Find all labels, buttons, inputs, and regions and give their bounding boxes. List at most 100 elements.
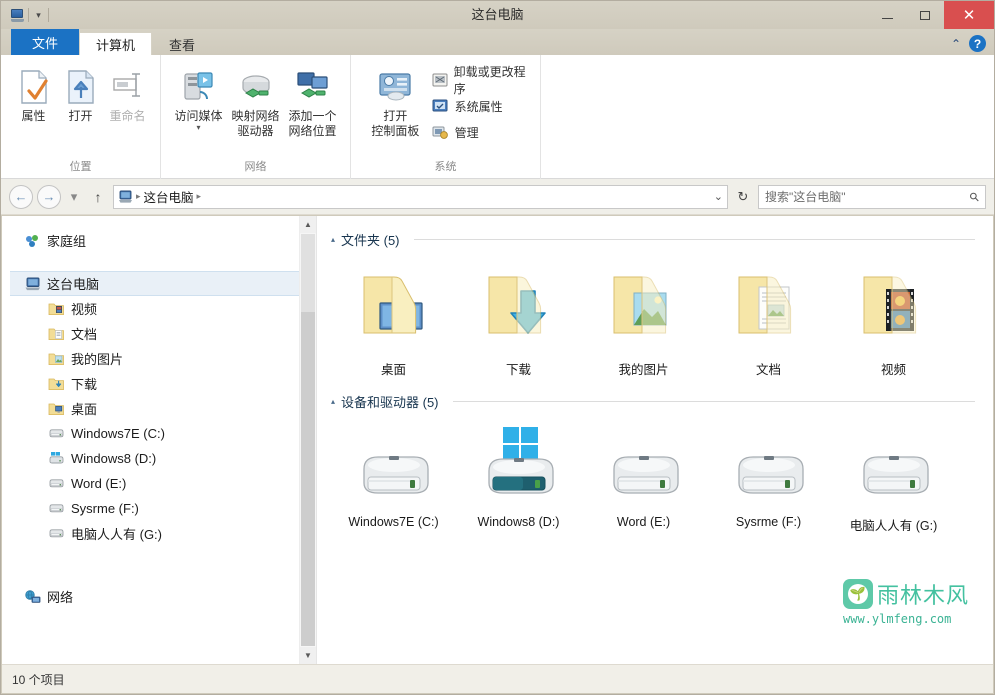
- scroll-up-arrow-icon[interactable]: ▲: [300, 216, 316, 233]
- breadcrumb-separator[interactable]: ▸: [197, 191, 202, 202]
- back-button[interactable]: ←: [9, 184, 33, 209]
- sidebar-item-homegroup[interactable]: 家庭组: [2, 228, 316, 253]
- list-item[interactable]: 桌面: [331, 255, 456, 378]
- sidebar-item-this-pc[interactable]: 这台电脑: [10, 271, 316, 296]
- recent-locations-button[interactable]: ▾: [65, 185, 83, 209]
- map-network-drive-button[interactable]: 映射网络 驱动器: [228, 63, 283, 139]
- sidebar-item-drive-g[interactable]: 电脑人人有 (G:): [2, 521, 316, 546]
- sidebar-item-pictures[interactable]: 我的图片: [2, 346, 316, 371]
- open-button[interactable]: 打开: [58, 63, 103, 124]
- system-properties-button[interactable]: 系统属性: [432, 95, 530, 117]
- help-icon[interactable]: ?: [969, 35, 986, 52]
- sidebar-label: 我的图片: [71, 352, 124, 367]
- drive-icon: [48, 426, 65, 442]
- sidebar-item-videos[interactable]: 视频: [2, 296, 316, 321]
- breadcrumb[interactable]: ▸ 这台电脑 ▸ ⌄: [113, 184, 728, 209]
- drive-icon: [348, 423, 440, 509]
- access-media-button[interactable]: 访问媒体 ▾: [171, 63, 226, 132]
- tab-file[interactable]: 文件: [11, 29, 80, 55]
- section-header-devices[interactable]: ▴ 设备和驱动器 (5): [331, 392, 981, 411]
- search-placeholder: 搜索"这台电脑": [765, 190, 846, 204]
- drive-icon: [48, 476, 65, 492]
- rename-button[interactable]: 重命名: [105, 63, 150, 124]
- search-icon[interactable]: ⚲: [967, 188, 983, 204]
- sidebar-item-drive-d[interactable]: Windows8 (D:): [2, 446, 316, 471]
- manage-button[interactable]: 管理: [432, 121, 530, 143]
- sidebar-item-documents[interactable]: 文档: [2, 321, 316, 346]
- sidebar-label: 桌面: [71, 402, 98, 417]
- item-label: Sysrme (F:): [735, 515, 802, 529]
- section-header-folders[interactable]: ▴ 文件夹 (5): [331, 230, 981, 249]
- uninstall-program-button[interactable]: 卸载或更改程序: [432, 65, 530, 96]
- open-control-panel-button[interactable]: 打开 控制面板: [365, 63, 426, 139]
- sprout-logo-icon: 🌱: [843, 579, 873, 609]
- scrollbar-thumb[interactable]: [301, 234, 315, 312]
- sidebar-item-desktop[interactable]: 桌面: [2, 396, 316, 421]
- system-small-buttons: 卸载或更改程序 系统属性 管理: [428, 63, 530, 143]
- sidebar-item-network[interactable]: 网络: [2, 584, 316, 609]
- file-list[interactable]: ▴ 文件夹 (5) 桌面 下载 我的图片 文档 视频 ▴ 设备和驱动器 (5) …: [317, 216, 993, 664]
- list-item[interactable]: 文档: [706, 255, 831, 378]
- chevron-up-icon[interactable]: ▴: [331, 235, 335, 244]
- control-panel-label-line1: 打开: [383, 109, 408, 123]
- navigation-scrollbar[interactable]: ▲ ▼: [299, 216, 316, 664]
- refresh-button[interactable]: ↻: [732, 185, 754, 209]
- sidebar-item-drive-f[interactable]: Sysrme (F:): [2, 496, 316, 521]
- scroll-down-arrow-icon[interactable]: ▼: [300, 647, 316, 664]
- section-title-folders: 文件夹 (5): [341, 233, 400, 248]
- list-item[interactable]: 下载: [456, 255, 581, 378]
- ribbon-empty-space: [541, 55, 994, 179]
- quick-access-toolbar[interactable]: ▾: [9, 5, 49, 25]
- list-item[interactable]: 我的图片: [581, 255, 706, 378]
- chevron-down-icon[interactable]: ▾: [32, 8, 45, 22]
- search-input[interactable]: 搜索"这台电脑" ⚲: [758, 184, 986, 209]
- divider: [28, 8, 29, 22]
- homegroup-icon: [24, 233, 41, 249]
- map-drive-icon: [237, 65, 275, 109]
- windows-drive-icon: [473, 423, 565, 509]
- sidebar-item-drive-e[interactable]: Word (E:): [2, 471, 316, 496]
- main-area: 家庭组 这台电脑 视频 文档 我的图片 下载 桌面 Windows7E (C:)…: [2, 216, 993, 664]
- add-network-location-icon: [294, 65, 332, 109]
- list-item[interactable]: 电脑人人有 (G:): [831, 417, 956, 534]
- section-title-devices: 设备和驱动器 (5): [341, 395, 439, 410]
- scrollbar-track[interactable]: [301, 312, 315, 646]
- maximize-button[interactable]: [906, 1, 944, 29]
- up-button[interactable]: ↑: [87, 185, 109, 209]
- properties-button[interactable]: 属性: [11, 63, 56, 124]
- map-drive-label-line1: 映射网络: [231, 109, 280, 123]
- add-network-location-button[interactable]: 添加一个 网络位置: [285, 63, 340, 139]
- sidebar-item-downloads[interactable]: 下载: [2, 371, 316, 396]
- sidebar-label: 网络: [47, 590, 74, 605]
- list-item[interactable]: Windows7E (C:): [331, 417, 456, 534]
- watermark-url: www.ylmfeng.com: [843, 612, 952, 626]
- breadcrumb-dropdown-icon[interactable]: ⌄: [714, 190, 723, 203]
- list-item[interactable]: Sysrme (F:): [706, 417, 831, 534]
- uninstall-program-label: 卸载或更改程序: [453, 65, 526, 96]
- ribbon-group-label-network: 网络: [244, 161, 267, 173]
- sidebar-item-drive-c[interactable]: Windows7E (C:): [2, 421, 316, 446]
- add-network-location-label-line2: 网络位置: [288, 124, 337, 138]
- downloads-folder-icon: [475, 261, 563, 353]
- list-item[interactable]: Word (E:): [581, 417, 706, 534]
- add-network-location-label-line1: 添加一个: [288, 109, 337, 123]
- forward-button[interactable]: →: [37, 184, 61, 209]
- window-title: 这台电脑: [471, 7, 524, 22]
- control-panel-label-line2: 控制面板: [371, 124, 420, 138]
- drive-icon: [723, 423, 815, 509]
- list-item[interactable]: 视频: [831, 255, 956, 378]
- documents-folder-icon: [48, 326, 65, 342]
- item-label: 电脑人人有 (G:): [849, 519, 938, 533]
- minimize-button[interactable]: [868, 1, 906, 29]
- list-item[interactable]: Windows8 (D:): [456, 417, 581, 534]
- item-label: Windows7E (C:): [348, 515, 439, 529]
- close-button[interactable]: ✕: [944, 1, 994, 29]
- tab-computer[interactable]: 计算机: [79, 32, 153, 56]
- tab-view[interactable]: 查看: [152, 32, 212, 56]
- chevron-up-icon[interactable]: ⌃: [951, 38, 961, 50]
- chevron-up-icon[interactable]: ▴: [331, 397, 335, 406]
- system-properties-label: 系统属性: [454, 99, 503, 114]
- breadcrumb-item-this-pc[interactable]: 这台电脑: [144, 187, 194, 206]
- chevron-down-icon[interactable]: ▾: [196, 124, 200, 132]
- item-label: 下载: [505, 363, 531, 377]
